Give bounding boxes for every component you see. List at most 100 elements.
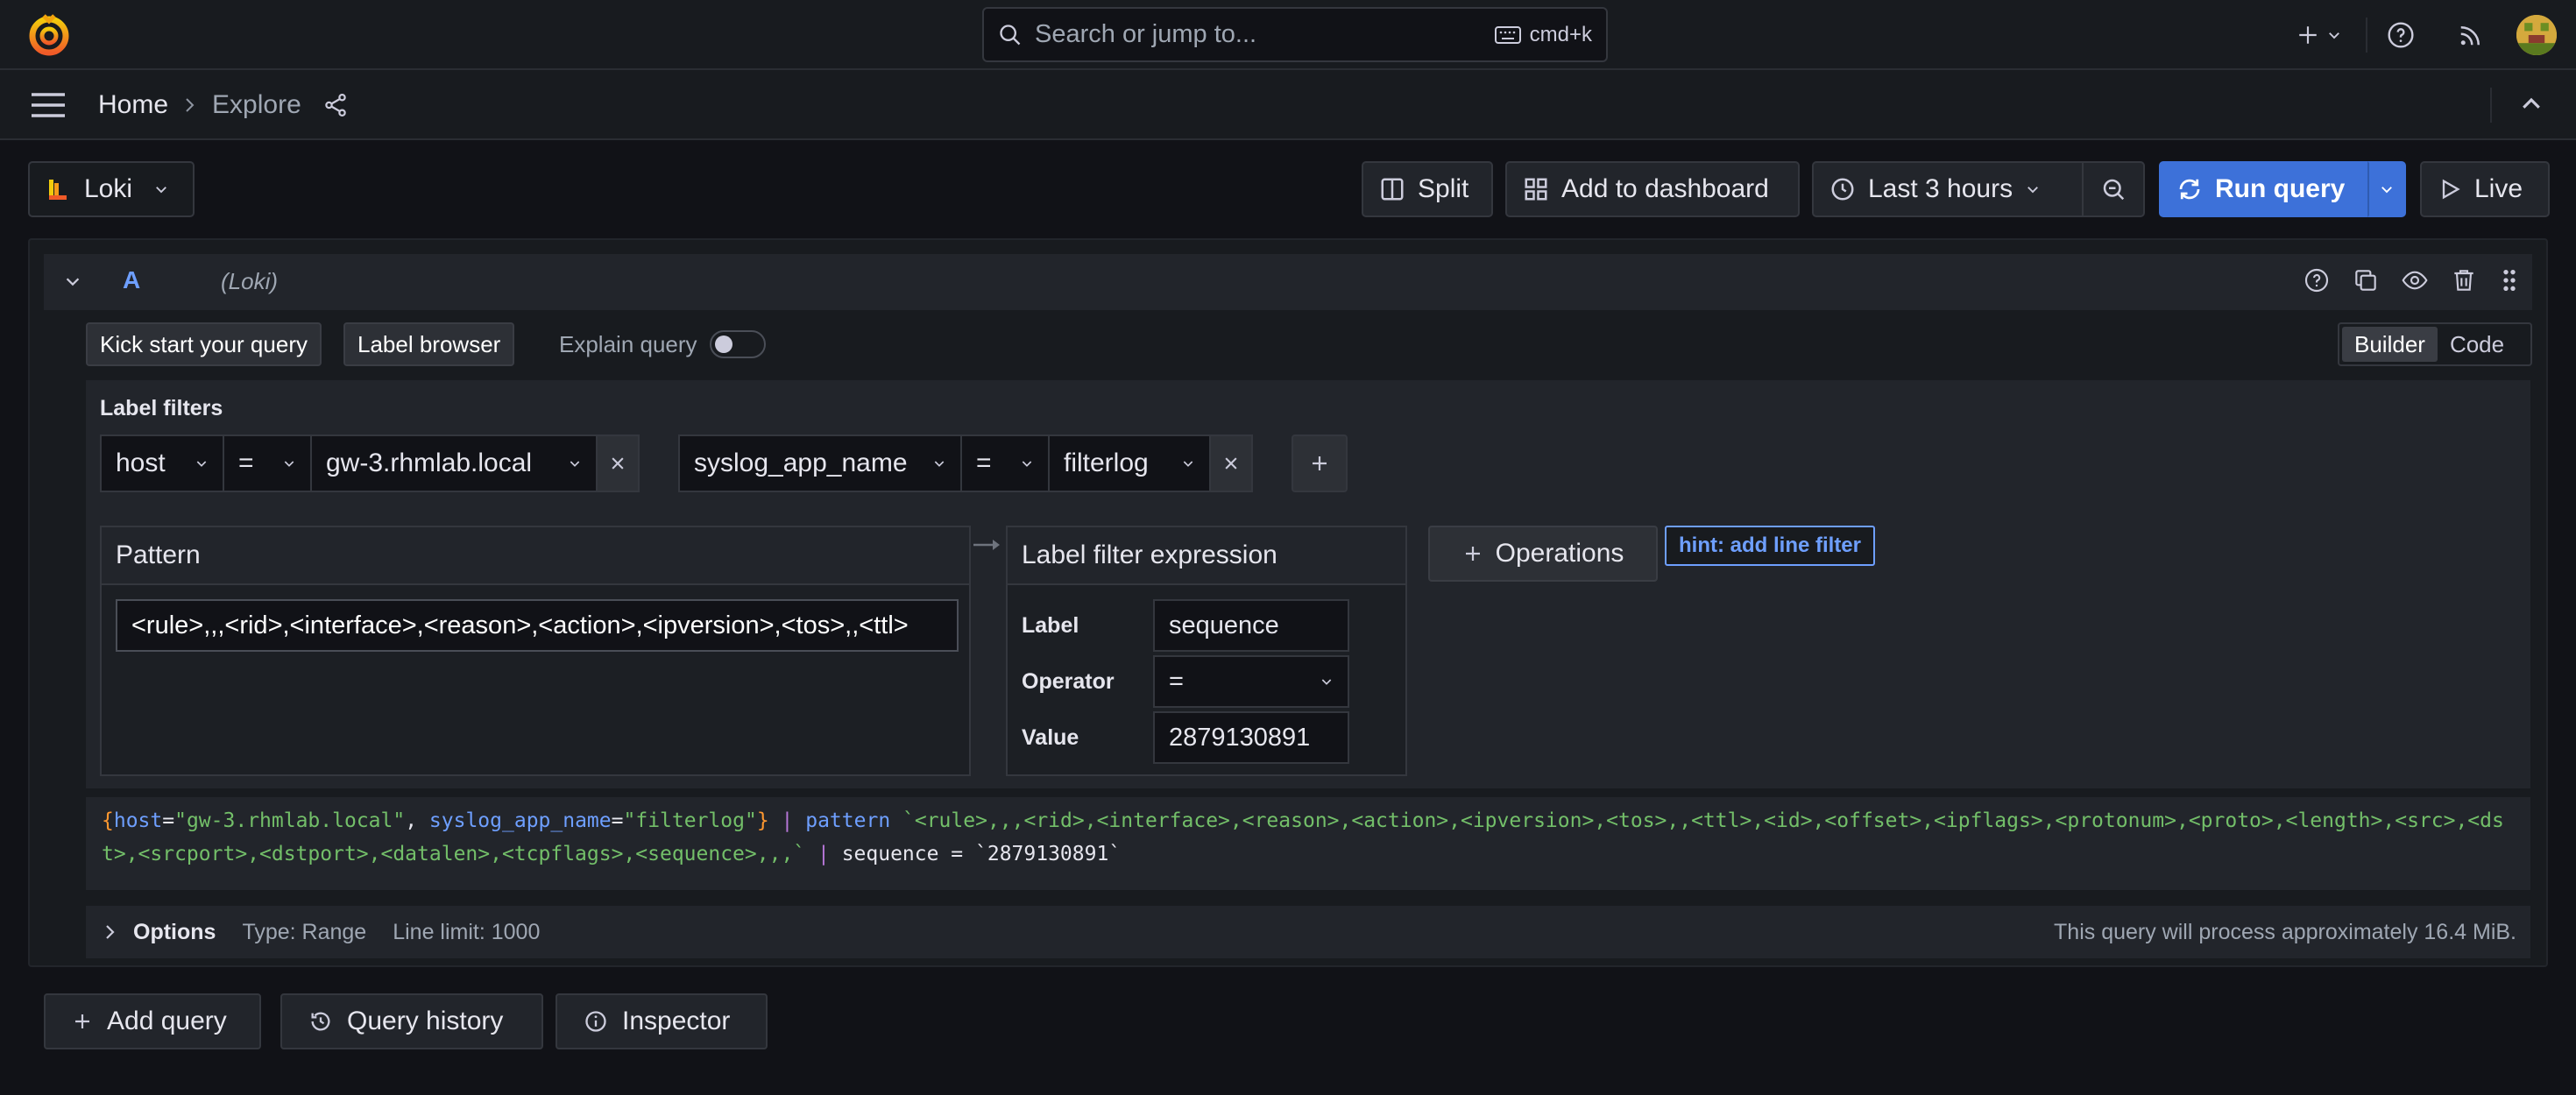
value-select[interactable]: filterlog xyxy=(1048,434,1211,492)
lfe-label-caption: Label xyxy=(1022,613,1079,638)
help-button[interactable] xyxy=(2383,9,2418,61)
trash-icon[interactable] xyxy=(2450,266,2478,294)
arrow-right-icon xyxy=(973,538,1001,552)
zoom-out-button[interactable] xyxy=(2082,161,2145,217)
query-options-row[interactable]: Options Type: Range Line limit: 1000 Thi… xyxy=(86,906,2530,958)
avatar xyxy=(2516,15,2557,55)
keyboard-icon xyxy=(1494,25,1521,44)
plus-icon xyxy=(72,1011,93,1032)
label-name: syslog_app_name xyxy=(694,449,908,477)
help-icon[interactable] xyxy=(2303,266,2331,294)
inspector-button[interactable]: Inspector xyxy=(556,993,768,1049)
chevron-down-icon xyxy=(1181,456,1195,470)
topbar-actions xyxy=(2289,9,2558,61)
operator-value: = xyxy=(238,449,254,477)
split-icon xyxy=(1379,176,1405,202)
label-select[interactable]: host xyxy=(100,434,224,492)
breadcrumb-current: Explore xyxy=(212,90,301,119)
add-filter-button[interactable] xyxy=(1292,434,1348,492)
operator-select[interactable]: = xyxy=(960,434,1050,492)
explain-query-label: Explain query xyxy=(559,331,697,357)
time-range-picker[interactable]: Last 3 hours xyxy=(1812,161,2084,217)
help-icon xyxy=(2387,21,2415,49)
collapse-query-icon[interactable] xyxy=(63,272,82,291)
split-button[interactable]: Split xyxy=(1362,161,1493,217)
label-browser-button[interactable]: Label browser xyxy=(343,322,515,366)
code-label: host xyxy=(113,809,163,832)
run-query-button[interactable]: Run query xyxy=(2159,161,2369,217)
query-datasource: (Loki) xyxy=(221,268,279,294)
chevron-down-icon xyxy=(1020,456,1034,470)
value-select[interactable]: gw-3.rhmlab.local xyxy=(310,434,598,492)
rss-icon xyxy=(2458,22,2484,48)
chevron-up-icon xyxy=(2518,91,2544,117)
eye-icon[interactable] xyxy=(2401,266,2429,294)
operator-select[interactable]: = xyxy=(223,434,312,492)
code-op: = xyxy=(611,809,624,832)
code-brace: } xyxy=(756,809,769,832)
remove-filter-button[interactable] xyxy=(596,434,640,492)
share-icon[interactable] xyxy=(322,92,349,118)
copy-icon[interactable] xyxy=(2352,266,2380,294)
split-label: Split xyxy=(1418,174,1469,203)
datasource-name: Loki xyxy=(84,174,133,203)
chevron-right-icon xyxy=(184,96,196,114)
loki-icon xyxy=(46,176,72,202)
query-ref-id[interactable]: A xyxy=(123,266,140,294)
hint-add-line-filter-button[interactable]: hint: add line filter xyxy=(1665,526,1875,566)
pattern-input[interactable]: <rule>,,,<rid>,<interface>,<reason>,<act… xyxy=(116,599,959,652)
grafana-logo-icon[interactable] xyxy=(26,12,72,58)
kick-start-button[interactable]: Kick start your query xyxy=(86,322,322,366)
options-line-limit: Line limit: 1000 xyxy=(393,919,541,944)
plus-icon xyxy=(1309,453,1330,474)
operations-button[interactable]: Operations xyxy=(1428,526,1658,582)
lfe-value-caption: Value xyxy=(1022,725,1079,750)
code-pipe: | xyxy=(768,809,806,832)
lfe-label-input[interactable]: sequence xyxy=(1153,599,1349,652)
query-history-button[interactable]: Query history xyxy=(280,993,543,1049)
chevron-down-icon xyxy=(2025,181,2041,197)
lfe-value-input[interactable]: 2879130891 xyxy=(1153,711,1349,764)
drag-handle-icon[interactable] xyxy=(2499,266,2520,294)
run-query-options-button[interactable] xyxy=(2367,161,2406,217)
divider xyxy=(2490,88,2492,123)
code-op: = xyxy=(162,809,175,832)
chevron-down-icon xyxy=(568,456,582,470)
remove-filter-button[interactable] xyxy=(1209,434,1253,492)
chevron-down-icon xyxy=(153,181,169,197)
code-mode-button[interactable]: Code xyxy=(2438,331,2516,358)
shortcut-label: cmd+k xyxy=(1529,22,1592,46)
divider xyxy=(2366,18,2367,53)
collapse-header-button[interactable] xyxy=(2518,91,2544,117)
label-filter-expression-card: Label filter expression Label sequence O… xyxy=(1006,526,1407,776)
run-query-label: Run query xyxy=(2215,174,2346,203)
code-brace: { xyxy=(102,809,114,832)
info-icon xyxy=(584,1009,608,1034)
label-name: host xyxy=(116,449,166,477)
add-to-dashboard-button[interactable]: Add to dashboard xyxy=(1505,161,1800,217)
breadcrumb: Home Explore xyxy=(98,70,349,140)
hamburger-icon xyxy=(30,91,67,119)
profile-button[interactable] xyxy=(2515,9,2558,61)
new-menu-button[interactable] xyxy=(2289,9,2350,61)
builder-mode-button[interactable]: Builder xyxy=(2342,327,2438,362)
menu-toggle-button[interactable] xyxy=(30,91,67,119)
toggle-knob xyxy=(715,336,732,353)
label-filters-title: Label filters xyxy=(100,396,223,420)
lfe-operator-select[interactable]: = xyxy=(1153,655,1349,708)
label-select[interactable]: syslog_app_name xyxy=(678,434,962,492)
filter-value: gw-3.rhmlab.local xyxy=(326,449,533,477)
chevron-down-icon xyxy=(2379,181,2395,197)
explain-query-toggle[interactable] xyxy=(710,330,766,358)
inspector-label: Inspector xyxy=(622,1007,731,1035)
code-label: syslog_app_name xyxy=(428,809,612,832)
add-query-button[interactable]: Add query xyxy=(44,993,261,1049)
chevron-down-icon xyxy=(2326,27,2342,43)
search-input[interactable]: Search or jump to... cmd+k xyxy=(982,7,1608,62)
news-button[interactable] xyxy=(2453,9,2488,61)
search-placeholder: Search or jump to... xyxy=(1035,20,1257,48)
datasource-picker[interactable]: Loki xyxy=(28,161,195,217)
chevron-down-icon xyxy=(282,456,296,470)
live-button[interactable]: Live xyxy=(2420,161,2550,217)
breadcrumb-home[interactable]: Home xyxy=(98,90,168,120)
